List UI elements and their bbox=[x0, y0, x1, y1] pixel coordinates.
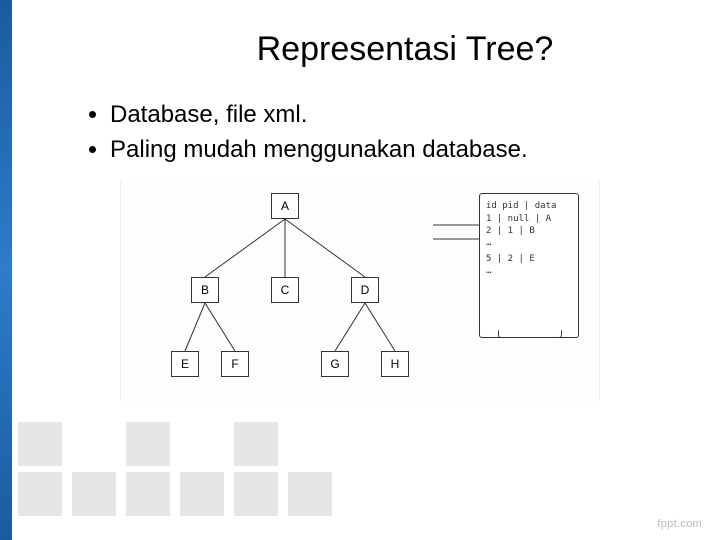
tree-node-c: C bbox=[271, 277, 299, 303]
block bbox=[180, 472, 224, 516]
db-row: 5 | 2 | E bbox=[486, 253, 572, 265]
block bbox=[126, 472, 170, 516]
db-table: id pid | data 1 | null | A 2 | 1 | B … 5… bbox=[479, 193, 579, 338]
slide: Representasi Tree? Database, file xml. P… bbox=[0, 0, 720, 540]
bullet-list: Database, file xml. Paling mudah menggun… bbox=[110, 99, 680, 165]
bullet-item: Paling mudah menggunakan database. bbox=[110, 134, 680, 165]
tree-node-g: G bbox=[321, 351, 349, 377]
tree-node-e: E bbox=[171, 351, 199, 377]
block bbox=[288, 472, 332, 516]
tree-graph: A B C D E F G H bbox=[161, 191, 421, 391]
slide-title: Representasi Tree? bbox=[130, 30, 680, 69]
tree-node-h: H bbox=[381, 351, 409, 377]
db-header: id pid | data bbox=[486, 200, 572, 212]
accent-bar bbox=[0, 0, 12, 540]
block bbox=[72, 472, 116, 516]
db-row: 1 | null | A bbox=[486, 213, 572, 225]
db-row: … bbox=[486, 237, 572, 249]
tree-node-f: F bbox=[221, 351, 249, 377]
tree-node-a: A bbox=[271, 193, 299, 219]
db-row: 2 | 1 | B bbox=[486, 225, 572, 237]
diagram: A B C D E F G H id pid | data 1 | null |… bbox=[120, 181, 600, 401]
tree-node-d: D bbox=[351, 277, 379, 303]
db-notch bbox=[498, 330, 562, 338]
block bbox=[18, 422, 62, 466]
decorative-blocks bbox=[18, 412, 338, 522]
block bbox=[234, 422, 278, 466]
db-row: … bbox=[486, 265, 572, 277]
block bbox=[234, 472, 278, 516]
bullet-item: Database, file xml. bbox=[110, 99, 680, 130]
block bbox=[126, 422, 170, 466]
block bbox=[18, 472, 62, 516]
tree-node-b: B bbox=[191, 277, 219, 303]
watermark: fppt.com bbox=[657, 518, 702, 530]
